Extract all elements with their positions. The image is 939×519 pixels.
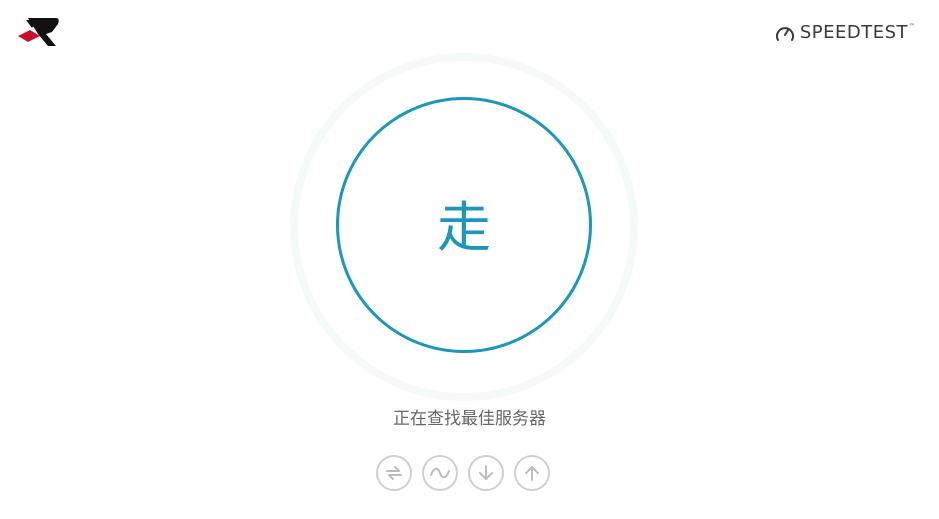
jitter-icon-button[interactable] (422, 455, 458, 491)
upload-icon-button[interactable] (514, 455, 550, 491)
brand-trademark: ™ (909, 23, 915, 30)
brand-name: SPEEDTEST (799, 22, 908, 43)
metric-icons (376, 455, 550, 491)
download-arrow-icon (479, 465, 493, 480)
go-button-label: 走 (437, 196, 491, 259)
ping-arrows-icon (386, 466, 402, 480)
status-text: 正在查找最佳服务器 (393, 409, 546, 429)
go-button[interactable]: 走 (336, 97, 592, 353)
speedtest-brand[interactable]: SPEEDTEST ™ (775, 22, 915, 43)
gauge-icon (775, 26, 794, 41)
speedtest-page: SPEEDTEST ™ 走 正在查找最佳服务器 (0, 0, 939, 519)
ping-icon-button[interactable] (376, 455, 412, 491)
upload-arrow-icon (525, 466, 539, 481)
download-icon-button[interactable] (468, 455, 504, 491)
wave-icon (430, 467, 450, 479)
red-black-r-logo-icon[interactable] (16, 14, 60, 50)
